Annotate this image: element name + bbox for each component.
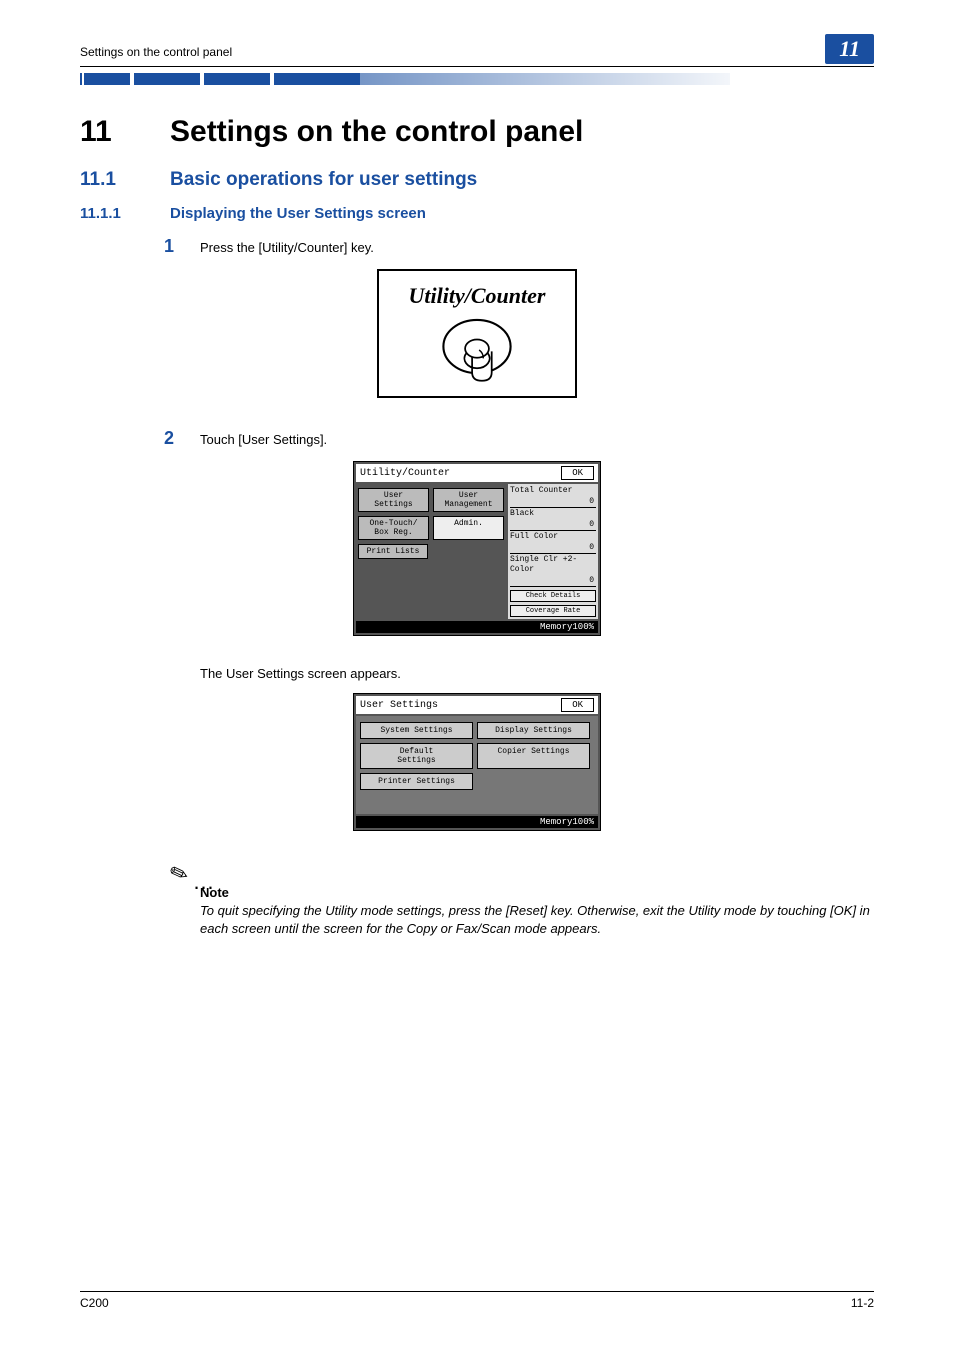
lcd1-full-color-label: Full Color	[510, 532, 596, 542]
lcd2-copier-settings-button: Copier Settings	[477, 743, 590, 769]
step-2-number: 2	[164, 428, 200, 449]
lcd1-total-value: 0	[510, 497, 596, 508]
note-label: Note	[200, 885, 874, 900]
lcd1-print-lists-button: Print Lists	[358, 544, 428, 559]
h3-number: 11.1.1	[80, 205, 170, 222]
lcd2-system-settings-button: System Settings	[360, 722, 473, 739]
h2-number: 11.1	[80, 169, 170, 191]
lcd1-user-management-button: User Management	[433, 488, 504, 512]
note-icon: ✎	[166, 859, 192, 890]
utility-counter-label: Utility/Counter	[409, 283, 546, 309]
result-text: The User Settings screen appears.	[200, 666, 874, 681]
footer-page-number: 11-2	[851, 1296, 874, 1310]
h1-number: 11	[80, 115, 170, 149]
key-press-icon	[422, 315, 532, 385]
lcd1-black-label: Black	[510, 509, 596, 519]
lcd1-single-clr-value: 0	[510, 576, 596, 587]
step-1-text: Press the [Utility/Counter] key.	[200, 240, 374, 255]
lcd1-coverage-rate-button: Coverage Rate	[510, 605, 596, 617]
h2-title: Basic operations for user settings	[170, 169, 477, 191]
step-2-text: Touch [User Settings].	[200, 432, 327, 447]
lcd1-ok-button: OK	[561, 466, 594, 480]
lcd1-memory-status: Memory100%	[356, 621, 598, 633]
chapter-number-tab: 11	[825, 34, 874, 64]
lcd2-ok-button: OK	[561, 698, 594, 712]
lcd1-check-details-button: Check Details	[510, 590, 596, 602]
lcd1-user-settings-button: User Settings	[358, 488, 429, 512]
lcd1-full-color-value: 0	[510, 543, 596, 554]
lcd-utility-counter-screen: Utility/Counter OK User Settings User Ma…	[353, 461, 601, 636]
lcd1-title: Utility/Counter	[360, 468, 450, 479]
step-1-number: 1	[164, 236, 200, 257]
lcd1-total-counter-label: Total Counter	[510, 486, 596, 496]
lcd2-title: User Settings	[360, 700, 438, 711]
footer-model: C200	[80, 1296, 109, 1310]
utility-counter-key-figure: Utility/Counter	[377, 269, 578, 398]
h3-title: Displaying the User Settings screen	[170, 205, 426, 222]
note-text: To quit specifying the Utility mode sett…	[200, 902, 874, 937]
lcd1-admin-button: Admin.	[433, 516, 504, 540]
lcd2-default-settings-button: Default Settings	[360, 743, 473, 769]
lcd2-memory-status: Memory100%	[356, 816, 598, 828]
lcd2-printer-settings-button: Printer Settings	[360, 773, 473, 790]
h1-title: Settings on the control panel	[170, 115, 583, 149]
lcd1-one-touch-button: One-Touch/ Box Reg.	[358, 516, 429, 540]
lcd-user-settings-screen: User Settings OK System Settings Display…	[353, 693, 601, 831]
running-header: Settings on the control panel	[80, 45, 232, 59]
lcd1-black-value: 0	[510, 520, 596, 531]
lcd2-display-settings-button: Display Settings	[477, 722, 590, 739]
decorative-bar	[80, 73, 874, 85]
lcd1-single-clr-label: Single Clr +2-Color	[510, 555, 596, 575]
